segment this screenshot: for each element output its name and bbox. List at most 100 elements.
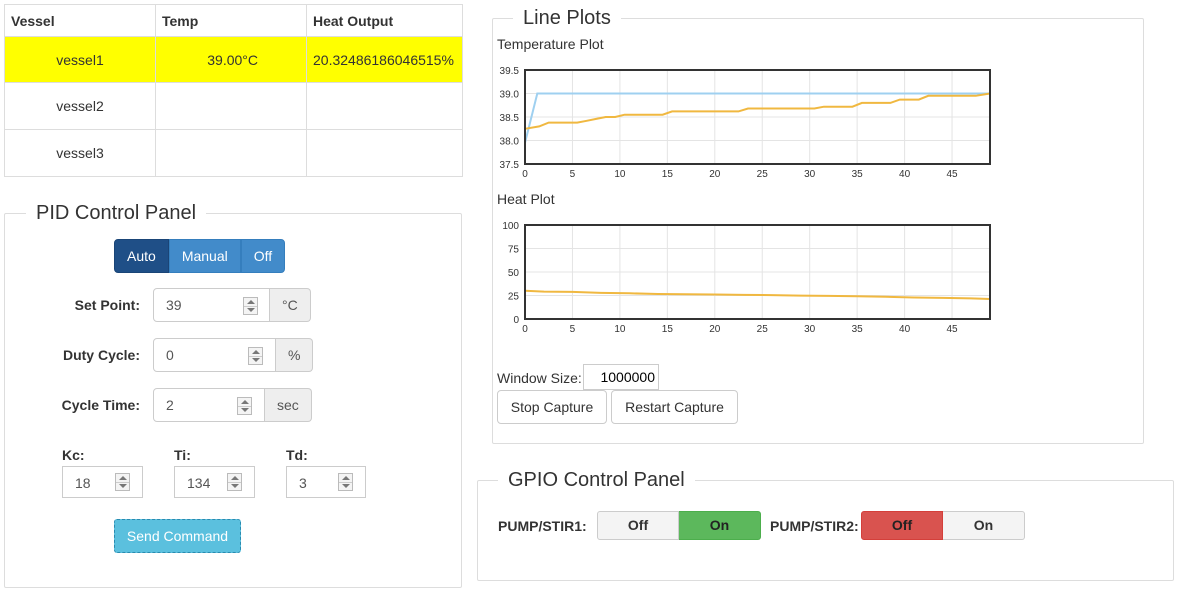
td-value: 3 <box>299 475 307 491</box>
x-tick-label: 0 <box>522 169 528 180</box>
duty-cycle-group: 0 % <box>153 338 314 372</box>
pump-stir1-on-button[interactable]: On <box>679 511 761 540</box>
ti-label: Ti: <box>174 447 191 463</box>
x-tick-label: 20 <box>709 324 721 335</box>
y-tick-label: 37.5 <box>500 160 520 171</box>
td-label: Td: <box>286 447 308 463</box>
ti-value: 134 <box>187 475 211 491</box>
x-tick-label: 15 <box>662 324 674 335</box>
restart-capture-button[interactable]: Restart Capture <box>611 390 738 424</box>
table-row[interactable]: vessel2 <box>4 82 463 130</box>
mode-auto-button[interactable]: Auto <box>114 239 169 273</box>
pump-stir1-off-button[interactable]: Off <box>597 511 679 540</box>
x-tick-label: 45 <box>946 169 958 180</box>
column-header-heat-output[interactable]: Heat Output <box>306 4 463 37</box>
pid-mode-group: Auto Manual Off <box>114 239 286 273</box>
duty-cycle-unit: % <box>276 338 314 372</box>
pump-stir1-toggle: Off On <box>597 511 761 540</box>
y-tick-label: 38.0 <box>500 137 520 148</box>
ti-input[interactable]: 134 <box>174 466 255 498</box>
x-tick-label: 40 <box>899 169 911 180</box>
x-tick-label: 30 <box>804 169 816 180</box>
x-tick-label: 5 <box>570 169 576 180</box>
vessel-heat-cell: 20.32486186046515% <box>306 36 463 83</box>
vessel-name-cell: vessel1 <box>4 36 156 83</box>
vessel-temp-cell: 39.00°C <box>155 36 307 83</box>
y-tick-label: 25 <box>508 292 520 303</box>
kc-spinner-icon[interactable] <box>115 473 130 491</box>
vessel-temp-cell <box>155 82 307 130</box>
mode-off-button[interactable]: Off <box>240 239 286 273</box>
duty-cycle-value: 0 <box>166 347 174 363</box>
y-tick-label: 38.5 <box>500 113 520 124</box>
send-command-button[interactable]: Send Command <box>114 519 241 553</box>
cycle-time-input[interactable]: 2 <box>153 388 265 422</box>
y-tick-label: 39.5 <box>500 66 520 77</box>
td-spinner-icon[interactable] <box>338 473 353 491</box>
duty-cycle-input[interactable]: 0 <box>153 338 276 372</box>
window-size-label: Window Size: <box>497 370 582 386</box>
pump-stir1-label: PUMP/STIR1: <box>498 518 587 534</box>
x-tick-label: 45 <box>946 324 958 335</box>
y-tick-label: 75 <box>508 245 520 256</box>
set-point-input[interactable]: 39 <box>153 288 270 322</box>
column-header-vessel[interactable]: Vessel <box>4 4 156 37</box>
y-tick-label: 50 <box>508 268 520 279</box>
duty-cycle-label: Duty Cycle: <box>62 347 140 363</box>
td-input[interactable]: 3 <box>286 466 366 498</box>
ti-spinner-icon[interactable] <box>227 473 242 491</box>
x-tick-label: 20 <box>709 169 721 180</box>
x-tick-label: 35 <box>852 169 864 180</box>
set-point-unit: °C <box>270 288 311 322</box>
temperature-plot-title: Temperature Plot <box>497 36 604 52</box>
pump-stir2-toggle: Off On <box>861 511 1025 540</box>
vessel-temp-cell <box>155 129 307 177</box>
x-tick-label: 35 <box>852 324 864 335</box>
duty-cycle-spinner-icon[interactable] <box>248 347 263 365</box>
heat-plot-title: Heat Plot <box>497 191 555 207</box>
vessel-table: Vessel Temp Heat Output vessel1 39.00°C … <box>4 4 463 177</box>
x-tick-label: 15 <box>662 169 674 180</box>
column-header-temp[interactable]: Temp <box>155 4 307 37</box>
set-point-group: 39 °C <box>153 288 311 322</box>
pump-stir2-label: PUMP/STIR2: <box>770 518 859 534</box>
vessel-name-cell: vessel2 <box>4 82 156 130</box>
x-tick-label: 10 <box>614 169 626 180</box>
cycle-time-spinner-icon[interactable] <box>237 397 252 415</box>
mode-manual-button[interactable]: Manual <box>168 239 241 273</box>
kc-input[interactable]: 18 <box>62 466 143 498</box>
table-header-row: Vessel Temp Heat Output <box>4 4 463 37</box>
table-row[interactable]: vessel1 39.00°C 20.32486186046515% <box>4 36 463 83</box>
x-tick-label: 10 <box>614 324 626 335</box>
stop-capture-button[interactable]: Stop Capture <box>497 390 607 424</box>
pid-panel-title: PID Control Panel <box>26 199 207 227</box>
table-row[interactable]: vessel3 <box>4 129 463 177</box>
x-tick-label: 0 <box>522 324 528 335</box>
set-point-spinner-icon[interactable] <box>243 297 258 315</box>
kc-label: Kc: <box>62 447 85 463</box>
cycle-time-group: 2 sec <box>153 388 312 422</box>
gpio-panel-title: GPIO Control Panel <box>498 466 695 494</box>
line-plots-title: Line Plots <box>513 4 621 32</box>
x-tick-label: 5 <box>570 324 576 335</box>
vessel-name-cell: vessel3 <box>4 129 156 177</box>
y-tick-label: 100 <box>502 221 519 232</box>
cycle-time-unit: sec <box>265 388 312 422</box>
vessel-heat-cell <box>306 82 463 130</box>
kc-value: 18 <box>75 475 91 491</box>
x-tick-label: 25 <box>757 169 769 180</box>
vessel-heat-cell <box>306 129 463 177</box>
pump-stir2-on-button[interactable]: On <box>943 511 1025 540</box>
cycle-time-value: 2 <box>166 397 174 413</box>
x-tick-label: 40 <box>899 324 911 335</box>
set-point-label: Set Point: <box>74 297 140 313</box>
cycle-time-label: Cycle Time: <box>61 397 140 413</box>
pump-stir2-off-button[interactable]: Off <box>861 511 943 540</box>
x-tick-label: 30 <box>804 324 816 335</box>
x-tick-label: 25 <box>757 324 769 335</box>
set-point-value: 39 <box>166 297 182 313</box>
window-size-input[interactable]: 1000000 <box>583 364 659 390</box>
y-tick-label: 0 <box>513 315 519 326</box>
y-tick-label: 39.0 <box>500 90 520 101</box>
heat-plot: 0 5 10 15 20 25 30 35 40 45 0 25 50 75 100 <box>502 221 991 335</box>
